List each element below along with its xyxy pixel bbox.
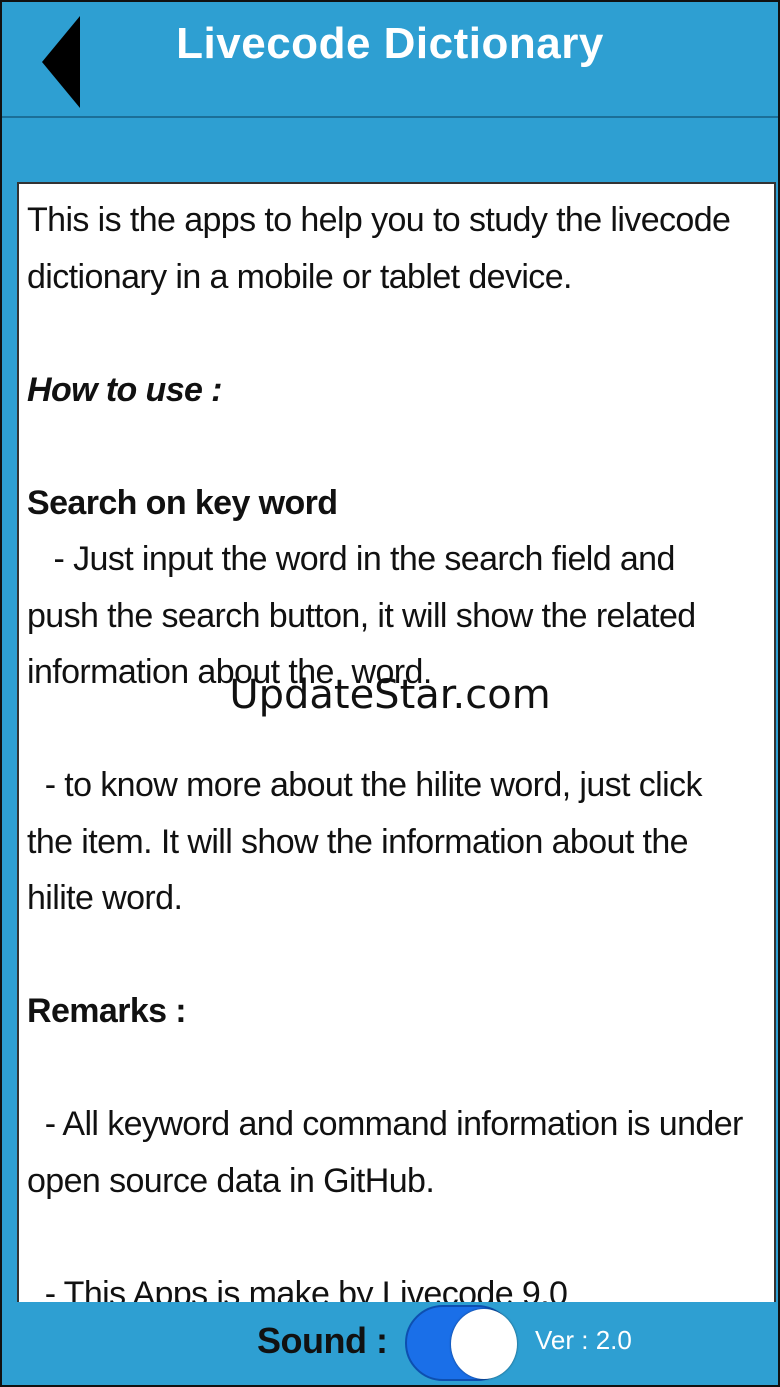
remark-text: open source data in GitHub. — [27, 1161, 435, 1200]
remarks-heading: Remarks : — [27, 992, 187, 1030]
search-heading: Search on key word — [27, 483, 338, 522]
intro-line: dictionary in a mobile or tablet device. — [27, 257, 572, 296]
search-text: - Just input the word in the search fiel… — [27, 540, 676, 578]
how-to-use-heading: How to use : — [27, 370, 223, 409]
search-text: push the search button, it will show the… — [27, 596, 696, 635]
hilite-text: hilite word. — [27, 879, 183, 917]
remark-text: - This Apps is make by Livecode 9.0 — [27, 1274, 568, 1304]
hilite-text: - to know more about the hilite word, ju… — [27, 766, 703, 804]
hilite-text: the item. It will show the information a… — [27, 822, 689, 861]
header-bar: Livecode Dictionary — [2, 2, 778, 118]
sound-label: Sound : — [257, 1320, 388, 1361]
remark-text: - All keyword and command information is… — [27, 1105, 744, 1143]
sound-toggle[interactable] — [405, 1305, 517, 1381]
info-text-area[interactable]: This is the apps to help you to study th… — [17, 182, 776, 1304]
footer-bar: Sound : Ver : 2.0 — [2, 1302, 778, 1385]
info-text: This is the apps to help you to study th… — [19, 184, 774, 1304]
toggle-knob — [451, 1309, 517, 1379]
search-text: information about the word. — [27, 653, 432, 691]
app-frame: Livecode Dictionary This is the apps to … — [0, 0, 780, 1387]
page-title: Livecode Dictionary — [176, 19, 604, 68]
version-label: Ver : 2.0 — [535, 1325, 632, 1355]
intro-line: This is the apps to help you to study th… — [27, 201, 731, 239]
